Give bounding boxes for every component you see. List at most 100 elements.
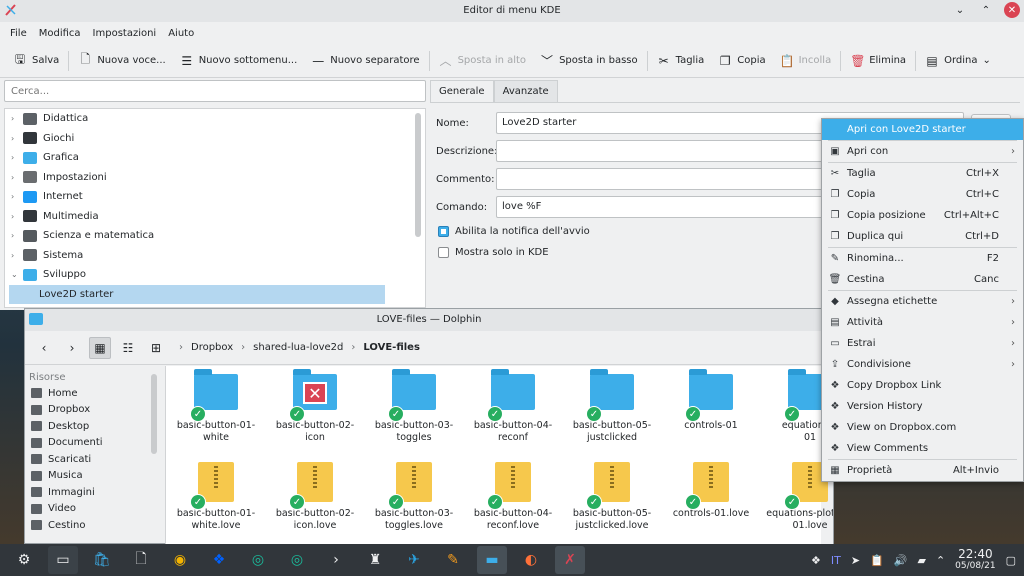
tree-item-love2d-starter[interactable]: Love2D starter (9, 284, 385, 304)
place-item[interactable]: Documenti (25, 435, 159, 452)
tree-item[interactable]: › Multimedia (5, 207, 425, 227)
tree-item[interactable]: › Impostazioni (5, 168, 425, 188)
context-menu-item[interactable]: ▦ Proprietà Alt+Invio (822, 460, 1023, 481)
chevron-right-icon[interactable]: › (11, 192, 23, 201)
console-app-icon[interactable]: › (321, 546, 351, 574)
move-up-button[interactable]: ︿ Sposta in alto (432, 48, 534, 74)
love-file-item[interactable]: ✓ basic-button-04- reconf.love (467, 454, 559, 540)
context-menu-item[interactable]: ▣ Apri con › (822, 141, 1023, 162)
dolphin-app-icon[interactable]: ▬ (477, 546, 507, 574)
places-scrollbar[interactable] (151, 374, 157, 454)
place-item[interactable]: Musica (25, 468, 159, 485)
tab-avanzate[interactable]: Avanzate (493, 80, 558, 102)
terminal-app-icon[interactable]: ▭ (48, 546, 78, 574)
place-item[interactable]: Cestino (25, 517, 159, 534)
love-file-item[interactable]: ✓ basic-button-02- icon.love (269, 454, 361, 540)
new-submenu-button[interactable]: ☰ Nuovo sottomenu... (173, 48, 305, 74)
folder-item[interactable]: ✓ controls-01 (665, 366, 757, 452)
tree-scrollbar[interactable] (415, 113, 421, 237)
chevron-right-icon[interactable]: › (11, 173, 23, 182)
folder-item[interactable]: ✓ basic-button-05- justclicked (566, 366, 658, 452)
save-button[interactable]: 🖫 Salva (6, 48, 66, 74)
chevron-right-icon[interactable]: › (11, 114, 23, 123)
folder-item[interactable]: ✓ basic-button-04- reconf (467, 366, 559, 452)
context-menu-item[interactable]: ❖ View Comments (822, 438, 1023, 459)
place-item[interactable]: Home (25, 385, 159, 402)
context-menu-item[interactable]: ❖ Version History (822, 396, 1023, 417)
forward-icon[interactable]: › (61, 337, 83, 359)
context-menu-item[interactable]: ❐ Duplica qui Ctrl+D (822, 226, 1023, 247)
delete-button[interactable]: 🗑 Elimina (843, 48, 913, 74)
dolphin-titlebar[interactable]: LOVE-files — Dolphin (25, 309, 833, 331)
menu-impostazioni[interactable]: Impostazioni (87, 28, 163, 39)
place-item[interactable]: Scaricati (25, 451, 159, 468)
context-menu-item[interactable]: 🗑 Cestina Canc (822, 269, 1023, 290)
app-icon[interactable]: ♜ (360, 546, 390, 574)
tree-item[interactable]: › Didattica (5, 109, 425, 129)
menu-file[interactable]: File (4, 28, 33, 39)
chevron-right-icon[interactable]: › (11, 134, 23, 143)
context-menu-item[interactable]: ❐ Copia Ctrl+C (822, 184, 1023, 205)
place-item[interactable]: Video (25, 501, 159, 518)
context-menu-item[interactable]: ▭ Estrai › (822, 333, 1023, 354)
send-icon[interactable]: ➤ (851, 554, 860, 567)
maximize-icon[interactable]: ⌃ (978, 2, 994, 18)
context-menu-item[interactable]: ✎ Rinomina... F2 (822, 248, 1023, 269)
store-app-icon[interactable]: 🛍 (87, 546, 117, 574)
tree-item[interactable]: › Giochi (5, 129, 425, 149)
place-item[interactable]: Desktop (25, 418, 159, 435)
dropbox-tray-icon[interactable]: ❖ (811, 554, 821, 567)
love-file-item[interactable]: ✓ basic-button-01- white.love (170, 454, 262, 540)
folder-item[interactable]: ✓ basic-button-01- white (170, 366, 262, 452)
compact-view-icon[interactable]: ☷ (117, 337, 139, 359)
tree-item[interactable]: › Sistema (5, 246, 425, 266)
input-method-icon[interactable]: IT (831, 554, 841, 567)
paste-button[interactable]: 📋 Incolla (773, 48, 839, 74)
firefox-app-icon[interactable]: ◐ (516, 546, 546, 574)
menu-tree[interactable]: › Didattica › Giochi › Grafica › Impostazioni › I… (4, 108, 426, 308)
chrome-app-icon[interactable]: ◉ (165, 546, 195, 574)
place-item[interactable]: Immagini (25, 484, 159, 501)
breadcrumb-dropbox[interactable]: Dropbox (191, 342, 233, 353)
folder-item[interactable]: ✓ basic-button-03- toggles (368, 366, 460, 452)
clipboard-icon[interactable]: 📋 (870, 554, 884, 567)
context-menu-item[interactable]: ❖ Copy Dropbox Link (822, 375, 1023, 396)
text-editor-app-icon[interactable]: 🗋 (126, 546, 156, 574)
sort-button[interactable]: ▤ Ordina ⌄ (918, 48, 998, 74)
place-item[interactable]: Dropbox (25, 402, 159, 419)
details-view-icon[interactable]: ⊞ (145, 337, 167, 359)
breadcrumb-shared-lua-love2d[interactable]: shared-lua-love2d (253, 342, 343, 353)
launcher-icon[interactable]: ⚙ (9, 546, 39, 574)
love-file-item[interactable]: ✓ basic-button-05- justclicked.love (566, 454, 658, 540)
new-item-button[interactable]: 🗋 Nuova voce... (71, 48, 172, 74)
context-menu-item[interactable]: Apri con Love2D starter (822, 119, 1023, 140)
minimize-icon[interactable]: ⌄ (952, 2, 968, 18)
copy-button[interactable]: ❐ Copia (711, 48, 772, 74)
tree-item[interactable]: › Scienza e matematica (5, 226, 425, 246)
love-file-item[interactable]: ✓ basic-button-03- toggles.love (368, 454, 460, 540)
context-menu-item[interactable]: ⇪ Condivisione › (822, 354, 1023, 375)
chevron-right-icon[interactable]: › (11, 153, 23, 162)
close-icon[interactable]: ✕ (1004, 2, 1020, 18)
menu-modifica[interactable]: Modifica (33, 28, 87, 39)
love-file-item[interactable]: ✓ controls-01.love (665, 454, 757, 540)
tree-item[interactable]: › Internet (5, 187, 425, 207)
menu-editor-titlebar[interactable]: Editor di menu KDE ⌄ ⌃ ✕ (0, 0, 1024, 22)
volume-icon[interactable]: 🔊 (894, 554, 908, 567)
telegram-app-icon[interactable]: ✈ (399, 546, 429, 574)
move-down-button[interactable]: ﹀ Sposta in basso (533, 48, 645, 74)
search-input[interactable] (4, 80, 426, 102)
breadcrumb-love-files[interactable]: LOVE-files (363, 342, 420, 353)
context-menu-item[interactable]: ❖ View on Dropbox.com (822, 417, 1023, 438)
app-icon[interactable]: ◎ (243, 546, 273, 574)
menu-editor-app-icon[interactable]: ✗ (555, 546, 585, 574)
tree-item[interactable]: › Grafica (5, 148, 425, 168)
chevron-right-icon[interactable]: › (11, 212, 23, 221)
tree-item[interactable]: ⌄ Sviluppo (5, 265, 425, 285)
menu-aiuto[interactable]: Aiuto (162, 28, 200, 39)
chevron-down-icon[interactable]: ⌄ (11, 270, 23, 279)
back-icon[interactable]: ‹ (33, 337, 55, 359)
context-menu-item[interactable]: ✂ Taglia Ctrl+X (822, 163, 1023, 184)
context-menu-item[interactable]: ❐ Copia posizione Ctrl+Alt+C (822, 205, 1023, 226)
show-desktop-icon[interactable]: ▢ (1006, 554, 1016, 567)
